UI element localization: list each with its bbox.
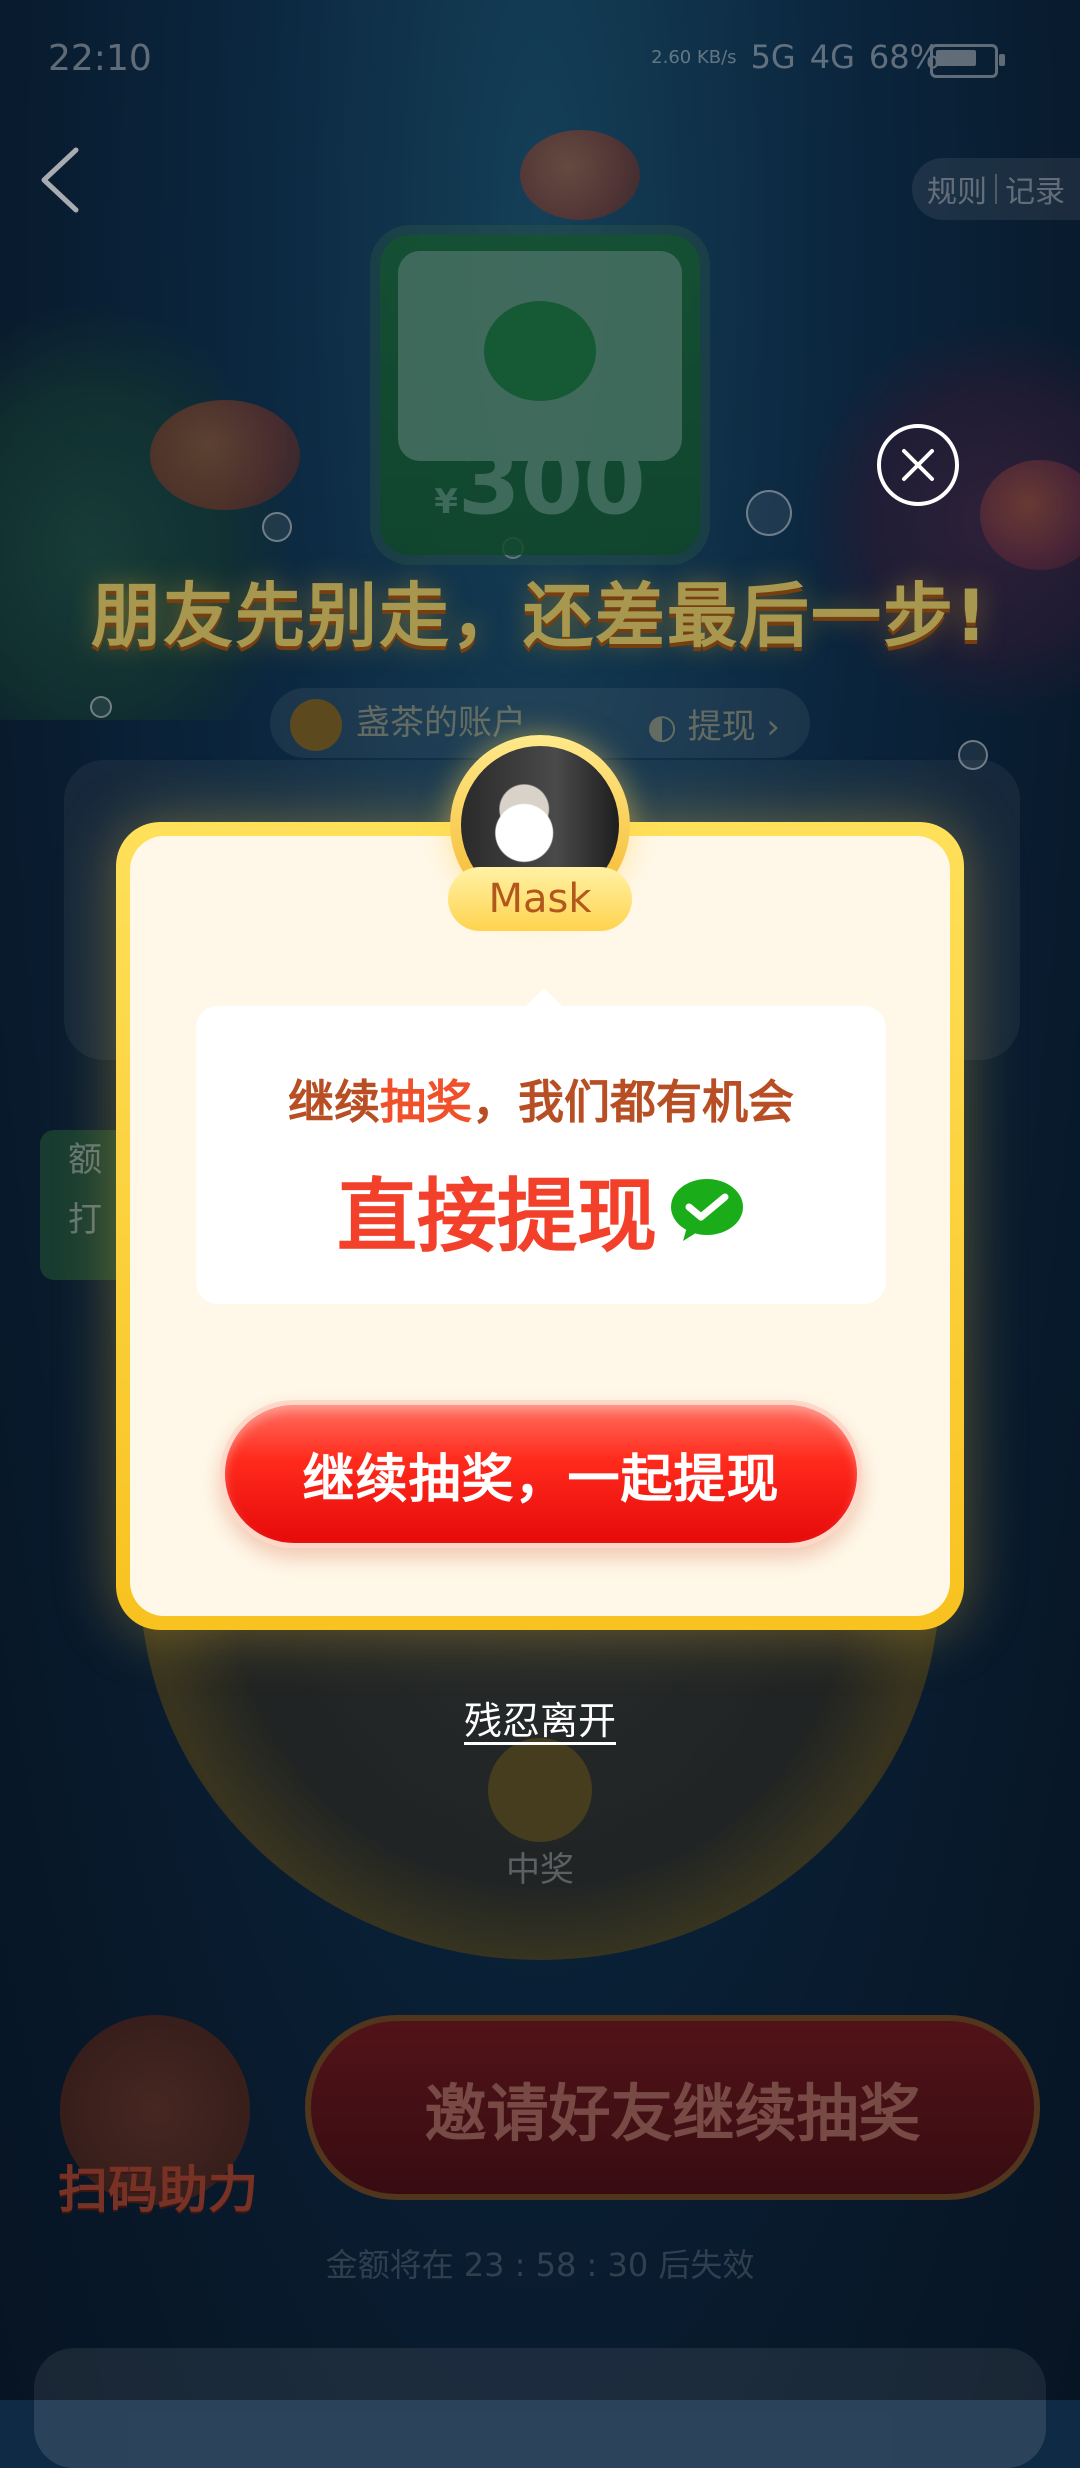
- close-button[interactable]: [877, 424, 959, 506]
- direct-withdraw-text: 直接提现: [337, 1170, 657, 1263]
- close-icon: [902, 449, 934, 481]
- message-line1: 继续抽奖，我们都有机会: [196, 1066, 886, 1132]
- wechat-pay-icon: [671, 1179, 743, 1241]
- continue-lottery-button[interactable]: 继续抽奖，一起提现: [220, 1400, 862, 1548]
- friend-name: Mask: [448, 867, 632, 931]
- message-card: 继续抽奖，我们都有机会 直接提现: [196, 988, 886, 1304]
- leave-link[interactable]: 残忍离开: [0, 1690, 1080, 1745]
- message-line1-part: 继续: [288, 1075, 380, 1129]
- message-line2: 直接提现: [196, 1152, 886, 1268]
- message-line1-highlight: 抽奖: [380, 1075, 472, 1129]
- message-line1-part: ，我们都有机会: [472, 1075, 794, 1129]
